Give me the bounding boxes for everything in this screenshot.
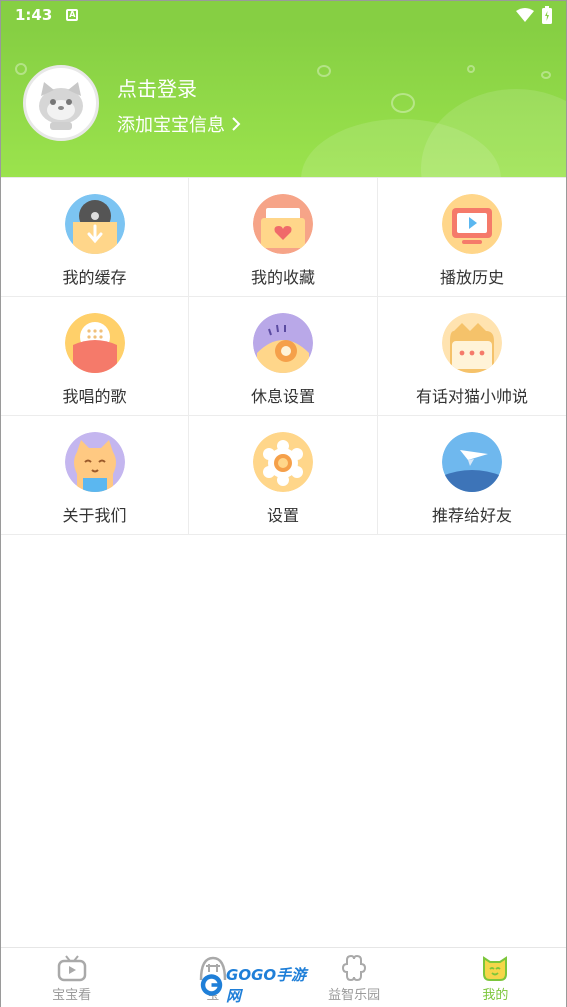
- nav-tab-mine[interactable]: 我的: [425, 948, 566, 1007]
- history-icon: [442, 194, 502, 254]
- wifi-icon: [516, 8, 534, 22]
- watermark-text: GOGO手游网: [226, 966, 307, 1005]
- status-time: 1:43: [15, 6, 53, 24]
- status-bar: 1:43 A: [1, 1, 566, 29]
- menu-item-cache[interactable]: 我的缓存: [1, 178, 189, 297]
- menu-label: 推荐给好友: [431, 506, 512, 525]
- add-baby-info-label: 添加宝宝信息: [117, 115, 225, 136]
- menu-label: 关于我们: [62, 506, 127, 525]
- watermark-logo: GOGO手游网: [199, 966, 311, 1005]
- chat-icon: [442, 313, 502, 373]
- eye-icon: [253, 313, 313, 373]
- menu-item-history[interactable]: 播放历史: [378, 178, 566, 297]
- profile-header: 点击登录 添加宝宝信息: [1, 29, 566, 177]
- battery-icon: [542, 6, 552, 24]
- download-icon: [64, 194, 125, 254]
- nav-label: 益智乐园: [328, 988, 381, 1003]
- paper-plane-icon: [442, 432, 502, 492]
- login-prompt[interactable]: 点击登录: [117, 73, 197, 102]
- chevron-right-icon: [232, 117, 241, 131]
- menu-item-feedback[interactable]: 有话对猫小帅说: [378, 297, 566, 416]
- menu-item-my-songs[interactable]: 我唱的歌: [1, 297, 189, 416]
- menu-label: 播放历史: [439, 268, 504, 287]
- menu-item-settings[interactable]: 设置: [189, 416, 378, 535]
- menu-label: 有话对猫小帅说: [415, 387, 528, 406]
- menu-label: 我唱的歌: [62, 387, 127, 406]
- nav-label: 我的: [482, 988, 509, 1003]
- menu-grid: 我的缓存 我的收藏 播放历史 我唱的歌 休息设置 有话对猫小帅说 关于我们 设置…: [1, 177, 566, 535]
- menu-label: 我的缓存: [62, 268, 127, 287]
- menu-label: 我的收藏: [250, 268, 315, 287]
- menu-item-recommend[interactable]: 推荐给好友: [378, 416, 566, 535]
- avatar[interactable]: [23, 65, 99, 141]
- nav-label: 宝宝看: [52, 988, 92, 1003]
- menu-item-rest-settings[interactable]: 休息设置: [189, 297, 378, 416]
- menu-label: 设置: [266, 506, 299, 525]
- menu-label: 休息设置: [250, 387, 315, 406]
- notification-a-icon: A: [66, 9, 79, 21]
- settings-gear-icon: [253, 432, 313, 492]
- cat-avatar-icon: [39, 82, 83, 130]
- menu-item-about[interactable]: 关于我们: [1, 416, 189, 535]
- nav-tab-baby-watch[interactable]: 宝宝看: [1, 948, 142, 1007]
- favorite-icon: [253, 194, 313, 254]
- tv-icon: [57, 955, 86, 982]
- puzzle-icon: [342, 954, 367, 982]
- add-baby-info-link[interactable]: 添加宝宝信息: [117, 111, 241, 137]
- cat-icon: [64, 432, 125, 492]
- gogo-logo-icon: [200, 974, 223, 996]
- microphone-icon: [64, 313, 125, 373]
- cat-face-icon: [483, 956, 508, 981]
- menu-item-favorites[interactable]: 我的收藏: [189, 178, 378, 297]
